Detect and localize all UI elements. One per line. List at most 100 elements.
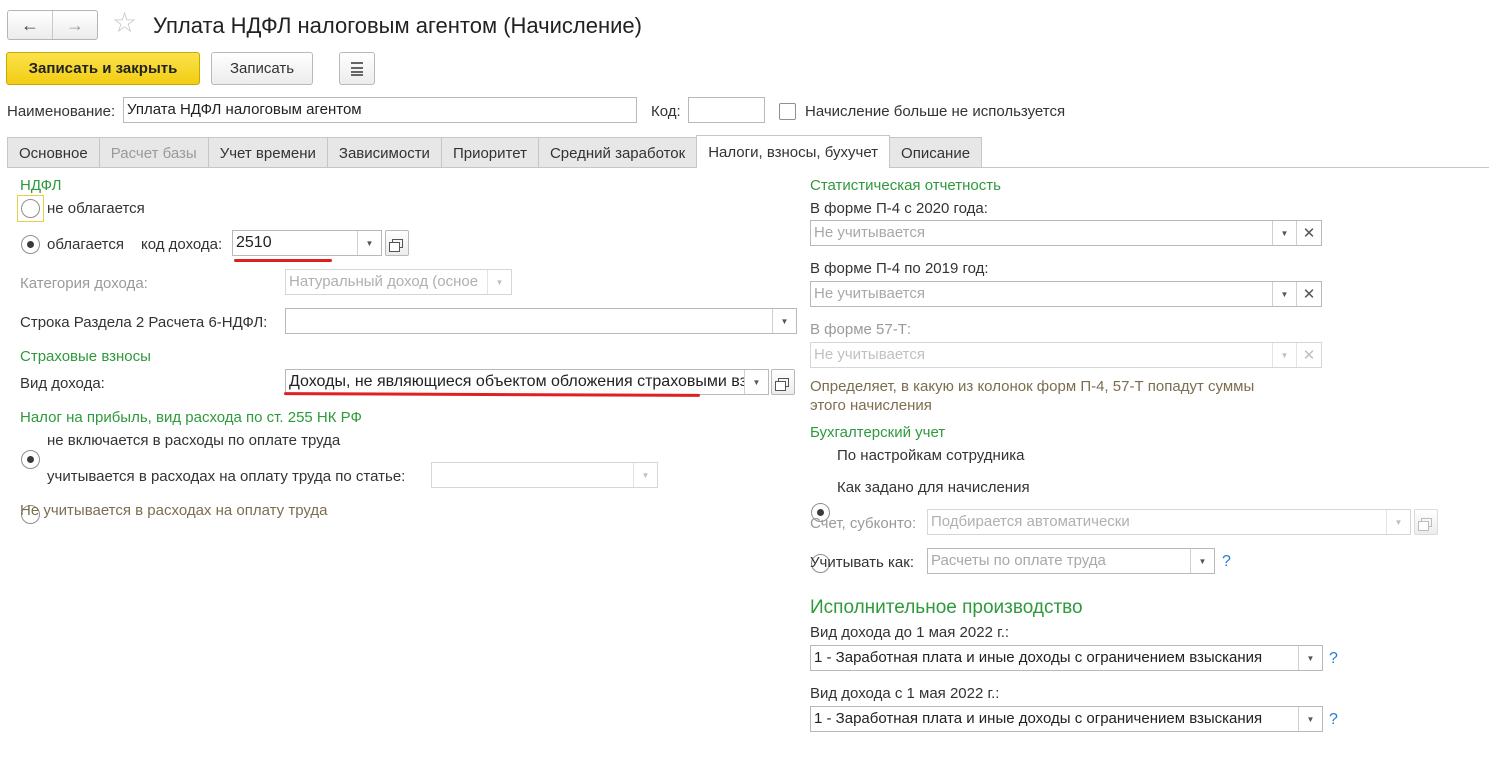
back-arrow-icon[interactable]: ←	[8, 11, 52, 39]
account-as-label: Учитывать как:	[810, 554, 915, 571]
insurance-section-title: Страховые взносы	[20, 348, 151, 365]
help-icon[interactable]: ?	[1329, 650, 1338, 668]
taxed-label: облагается	[47, 236, 125, 253]
chevron-down-icon[interactable]: ▼	[633, 463, 657, 487]
account-select[interactable]: Подбирается автоматически ▼	[927, 509, 1411, 535]
tab-time-accounting[interactable]: Учет времени	[207, 137, 328, 168]
included-label: учитывается в расходах на оплату труда п…	[47, 468, 406, 485]
article-select[interactable]: ▼	[431, 462, 658, 488]
income-category-select[interactable]: Натуральный доход (осное ▼	[285, 269, 512, 295]
income-category-label: Категория дохода:	[20, 275, 148, 292]
chevron-down-icon[interactable]: ▼	[1272, 221, 1296, 245]
tab-main[interactable]: Основное	[7, 137, 100, 168]
income-code-open-button[interactable]	[385, 230, 409, 256]
forward-arrow-icon[interactable]: →	[52, 11, 97, 39]
p4-2019-value: Не учитывается	[814, 285, 925, 302]
income-type-label: Вид дохода:	[20, 375, 105, 392]
chevron-down-icon[interactable]: ▼	[1298, 646, 1322, 670]
f57t-select[interactable]: Не учитывается ▼ ✕	[810, 342, 1322, 368]
account-as-value: Расчеты по оплате труда	[931, 552, 1106, 569]
before-may-select[interactable]: 1 - Заработная плата и иные доходы с огр…	[810, 645, 1323, 671]
more-menu-button[interactable]	[339, 52, 375, 85]
income-type-value: Доходы, не являющиеся объектом обложения…	[289, 373, 744, 390]
article-value	[432, 463, 633, 487]
open-form-icon	[388, 238, 403, 252]
chevron-down-icon[interactable]: ▼	[487, 270, 511, 294]
tab-average-earnings[interactable]: Средний заработок	[537, 137, 698, 168]
tab-taxes[interactable]: Налоги, взносы, бухучет	[696, 135, 891, 168]
unused-checkbox[interactable]	[779, 103, 796, 120]
by-employee-label: По настройкам сотрудника	[837, 447, 1025, 464]
p4-2019-select[interactable]: Не учитывается ▼ ✕	[810, 281, 1322, 307]
tab-priority[interactable]: Приоритет	[440, 137, 539, 168]
save-button[interactable]: Записать	[211, 52, 313, 85]
p4-2020-label: В форме П-4 с 2020 года:	[810, 200, 988, 217]
after-may-label: Вид дохода с 1 мая 2022 г.:	[810, 685, 1000, 702]
p4-2020-select[interactable]: Не учитывается ▼ ✕	[810, 220, 1322, 246]
stats-hint: Определяет, в какую из колонок форм П-4,…	[810, 378, 1255, 414]
help-icon[interactable]: ?	[1329, 711, 1338, 729]
ndfl-section-title: НДФЛ	[20, 177, 62, 194]
enforcement-section-title: Исполнительное производство	[810, 597, 1083, 618]
taxed-radio[interactable]	[21, 235, 40, 254]
help-icon[interactable]: ?	[1222, 553, 1231, 571]
code-input-value	[689, 98, 764, 122]
before-may-value: 1 - Заработная плата и иные доходы с огр…	[814, 649, 1263, 666]
p4-2020-value: Не учитывается	[814, 224, 925, 241]
income-code-value: 2510	[236, 234, 272, 251]
chevron-down-icon[interactable]: ▼	[1386, 510, 1410, 534]
account-as-select[interactable]: Расчеты по оплате труда ▼	[927, 548, 1215, 574]
account-label: Счет, субконто:	[810, 515, 917, 532]
name-label: Наименование:	[7, 103, 116, 120]
profit-tax-section-title: Налог на прибыль, вид расхода по ст. 255…	[20, 409, 362, 426]
not-taxed-radio-focus	[17, 195, 44, 222]
account-value: Подбирается автоматически	[931, 513, 1130, 530]
name-input[interactable]: Уплата НДФЛ налоговым агентом	[123, 97, 637, 123]
list-menu-icon	[351, 61, 363, 76]
not-included-label: не включается в расходы по оплате труда	[47, 432, 341, 449]
chevron-down-icon[interactable]: ▼	[1272, 343, 1296, 367]
open-form-icon	[1417, 517, 1432, 531]
income-type-select[interactable]: Доходы, не являющиеся объектом обложения…	[285, 369, 769, 395]
chevron-down-icon[interactable]: ▼	[1190, 549, 1214, 573]
report-line-select[interactable]: ▼	[285, 308, 797, 334]
before-may-label: Вид дохода до 1 мая 2022 г.:	[810, 624, 1010, 641]
tab-bar: Основное Расчет базы Учет времени Зависи…	[7, 135, 983, 168]
income-type-open-button[interactable]	[771, 369, 795, 395]
navigation-buttons: ← →	[7, 10, 98, 40]
clear-icon[interactable]: ✕	[1296, 221, 1321, 245]
code-label: Код:	[651, 103, 681, 120]
chevron-down-icon[interactable]: ▼	[744, 370, 768, 394]
income-code-underline	[234, 259, 332, 262]
unused-label: Начисление больше не используется	[805, 103, 1066, 120]
open-form-icon	[774, 377, 789, 391]
f57t-value: Не учитывается	[814, 346, 925, 363]
page-title: Уплата НДФЛ налоговым агентом (Начислени…	[153, 13, 642, 38]
favorite-star-icon[interactable]: ☆	[112, 9, 137, 37]
profit-tax-hint: Не учитывается в расходах на оплату труд…	[20, 502, 328, 519]
name-input-value: Уплата НДФЛ налоговым агентом	[127, 101, 362, 118]
clear-icon[interactable]: ✕	[1296, 282, 1321, 306]
tab-dependencies[interactable]: Зависимости	[326, 137, 442, 168]
income-code-label: код дохода:	[141, 236, 223, 253]
income-type-underline	[283, 392, 701, 397]
tab-description[interactable]: Описание	[889, 137, 983, 168]
chevron-down-icon[interactable]: ▼	[772, 309, 796, 333]
accounting-section-title: Бухгалтерский учет	[810, 424, 946, 441]
after-may-value: 1 - Заработная плата и иные доходы с огр…	[814, 710, 1263, 727]
tab-base-calculation[interactable]: Расчет базы	[98, 137, 209, 168]
save-and-close-button[interactable]: Записать и закрыть	[6, 52, 200, 85]
after-may-select[interactable]: 1 - Заработная плата и иные доходы с огр…	[810, 706, 1323, 732]
not-taxed-radio[interactable]	[21, 199, 40, 218]
not-included-radio[interactable]	[21, 450, 40, 469]
chevron-down-icon[interactable]: ▼	[357, 231, 381, 255]
not-taxed-label: не облагается	[47, 200, 145, 217]
income-code-select[interactable]: 2510 ▼	[232, 230, 382, 256]
income-category-value: Натуральный доход (осное	[289, 273, 479, 290]
account-open-button[interactable]	[1414, 509, 1438, 535]
chevron-down-icon[interactable]: ▼	[1298, 707, 1322, 731]
clear-icon[interactable]: ✕	[1296, 343, 1321, 367]
code-input[interactable]	[688, 97, 765, 123]
as-accrual-label: Как задано для начисления	[837, 479, 1030, 496]
chevron-down-icon[interactable]: ▼	[1272, 282, 1296, 306]
